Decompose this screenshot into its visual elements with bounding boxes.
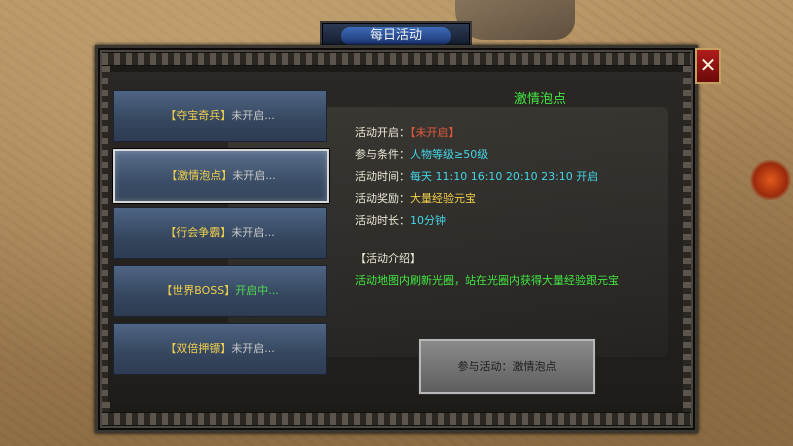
close-button[interactable]: ✕ [695,48,721,84]
tab-name: 【夺宝奇兵】 [165,109,232,122]
tab-treasure-hunt[interactable]: 【夺宝奇兵】未开启... [113,90,327,142]
time-value: 每天 11:10 16:10 20:10 23:10 开启 [410,170,599,183]
tab-double-escort[interactable]: 【双倍押镖】未开启... [113,323,327,375]
open-value: 【未开启】 [410,126,460,139]
reward-label: 活动奖励： [355,192,410,205]
tab-status: 未开启... [231,226,275,239]
duration-label: 活动时长： [355,214,410,227]
tab-world-boss[interactable]: 【世界BOSS】开启中... [113,265,327,317]
open-label: 活动开启： [355,126,410,139]
activity-open-row: 活动开启：【未开启】 [355,124,460,140]
time-label: 活动时间： [355,170,410,183]
activity-condition-row: 参与条件：人物等级≥50级 [355,146,488,162]
condition-value: 人物等级≥50级 [410,148,489,161]
frame-border-top [102,52,691,66]
frame-border-bottom [102,412,691,426]
tab-name: 【行会争霸】 [165,226,232,239]
activity-reward-row: 活动奖励：大量经验元宝 [355,190,476,206]
intro-description: 活动地图内刷新光圈，站在光圈内获得大量经验跟元宝 [355,274,619,287]
activity-time-row: 活动时间：每天 11:10 16:10 20:10 23:10 开启 [355,168,598,184]
tab-name: 【激情泡点】 [166,169,233,182]
activity-panel: 【夺宝奇兵】未开启... 【激情泡点】未开启... 【行会争霸】未开启... 【… [108,72,683,402]
reward-value: 大量经验元宝 [410,192,476,205]
background-rock [455,0,575,40]
activity-duration-row: 活动时长：10分钟 [355,212,446,228]
frame-border-right [683,66,691,412]
condition-label: 参与条件： [355,148,410,161]
duration-value: 10分钟 [410,214,446,227]
background-fire [748,160,793,200]
tab-name: 【世界BOSS】 [161,284,236,297]
tab-status: 未开启... [231,342,275,355]
tab-status: 开启中... [235,284,279,297]
activity-title: 激情泡点 [513,92,566,107]
join-activity-button[interactable]: 参与活动：激情泡点 [419,339,595,394]
tab-name: 【双倍押镖】 [165,342,232,355]
tab-status: 未开启... [232,169,276,182]
tab-passion-points[interactable]: 【激情泡点】未开启... [113,149,329,203]
window-title: 每日活动 [341,27,451,45]
tab-status: 未开启... [231,109,275,122]
intro-heading: 【活动介绍】 [355,252,421,265]
tab-guild-war[interactable]: 【行会争霸】未开启... [113,207,327,259]
